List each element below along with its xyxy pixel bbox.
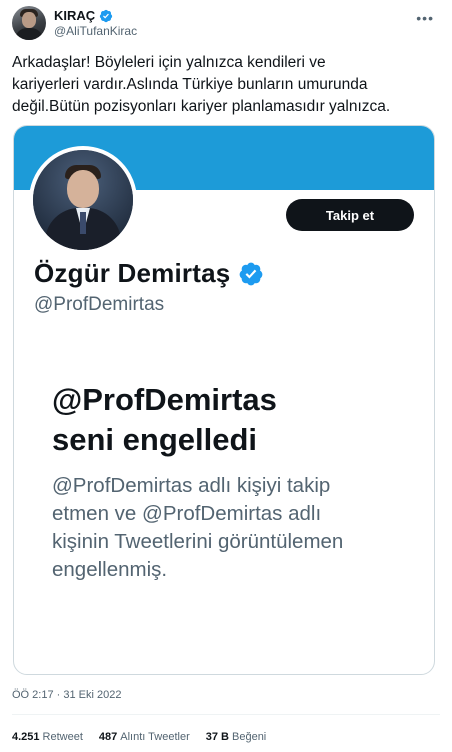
blocked-desc-line: @ProfDemirtas adlı kişiyi takip — [52, 474, 331, 497]
tweet-image[interactable]: Takip et Özgür Demirtaş @ProfDemirtas @P… — [13, 125, 435, 675]
tweet-stats: 4.251 Retweet 487 Alıntı Tweetler 37 B Beğe… — [12, 731, 266, 743]
profile-handle: @ProfDemirtas — [34, 294, 165, 315]
author-display-name[interactable]: KIRAÇ — [54, 8, 95, 23]
like-label: Beğeni — [232, 731, 267, 743]
author-name-row: KIRAÇ — [54, 8, 113, 23]
like-stat[interactable]: 37 B Beğeni — [206, 731, 267, 743]
retweet-stat[interactable]: 4.251 Retweet — [12, 731, 83, 743]
profile-avatar — [29, 146, 137, 254]
profile-name-row: Özgür Demirtaş — [34, 258, 264, 289]
verified-badge-icon — [240, 262, 263, 285]
tweet-timestamp[interactable]: ÖÖ 2:17 · 31 Eki 2022 — [12, 689, 121, 701]
blocked-title-line: @ProfDemirtas — [52, 382, 277, 417]
more-horizontal-icon[interactable]: ••• — [416, 10, 434, 26]
blocked-desc-line: etmen ve @ProfDemirtas adlı — [52, 502, 322, 525]
like-count: 37 B — [205, 731, 229, 743]
retweet-count: 4.251 — [12, 731, 40, 743]
quote-label: Alıntı Tweetler — [120, 731, 190, 743]
author-avatar[interactable] — [12, 6, 46, 40]
blocked-title: @ProfDemirtas seni engelledi — [52, 380, 412, 460]
divider — [12, 714, 440, 715]
quote-stat[interactable]: 487 Alıntı Tweetler — [99, 731, 190, 743]
verified-badge-icon — [100, 9, 113, 22]
blocked-desc-line: engellenmiş. — [52, 558, 168, 581]
blocked-desc-line: kişinin Tweetlerini görüntülemen — [52, 530, 344, 553]
blocked-description: @ProfDemirtas adlı kişiyi takip etmen ve… — [52, 472, 402, 584]
retweet-label: Retweet — [42, 731, 83, 743]
profile-name: Özgür Demirtaş — [34, 258, 231, 288]
tweet-text: Arkadaşlar! Böyleleri için yalnızca kend… — [12, 54, 391, 115]
blocked-title-line: seni engelledi — [52, 422, 258, 457]
follow-button: Takip et — [286, 199, 414, 231]
quote-count: 487 — [98, 731, 118, 743]
author-handle[interactable]: @AliTufanKirac — [54, 24, 137, 38]
